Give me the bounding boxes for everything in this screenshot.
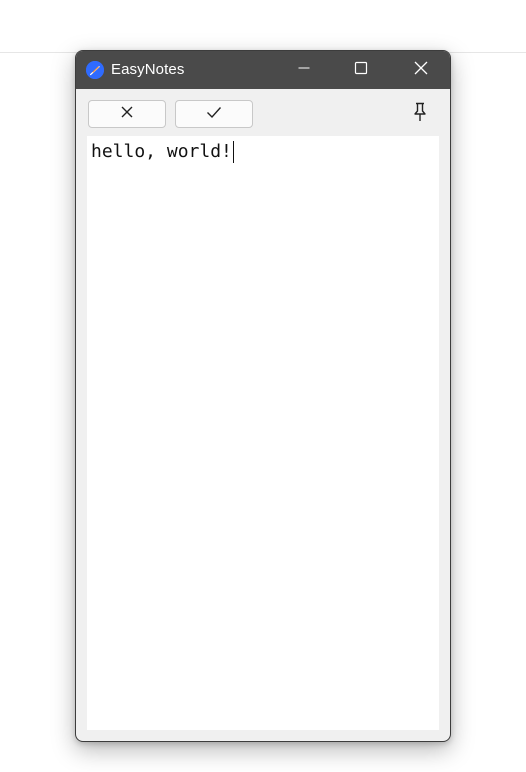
pin-icon	[412, 102, 428, 127]
maximize-icon	[354, 61, 368, 80]
close-icon	[413, 60, 429, 81]
maximize-button[interactable]	[338, 51, 384, 89]
pin-button[interactable]	[408, 102, 432, 126]
desktop: EasyNotes hello, world!	[0, 0, 526, 772]
minimize-icon	[297, 61, 311, 80]
toolbar	[76, 89, 450, 135]
minimize-button[interactable]	[281, 51, 327, 89]
title-bar[interactable]: EasyNotes	[76, 51, 450, 89]
easynotes-feather-icon	[86, 61, 104, 79]
confirm-button[interactable]	[175, 100, 253, 128]
easynotes-window: EasyNotes hello, world!	[75, 50, 451, 742]
x-icon	[120, 105, 134, 124]
note-text: hello, world!	[91, 141, 232, 162]
note-text-area[interactable]: hello, world!	[87, 136, 439, 730]
cancel-button[interactable]	[88, 100, 166, 128]
check-icon	[206, 105, 222, 124]
window-title: EasyNotes	[111, 61, 185, 78]
close-button[interactable]	[398, 51, 444, 89]
text-caret	[232, 141, 234, 163]
